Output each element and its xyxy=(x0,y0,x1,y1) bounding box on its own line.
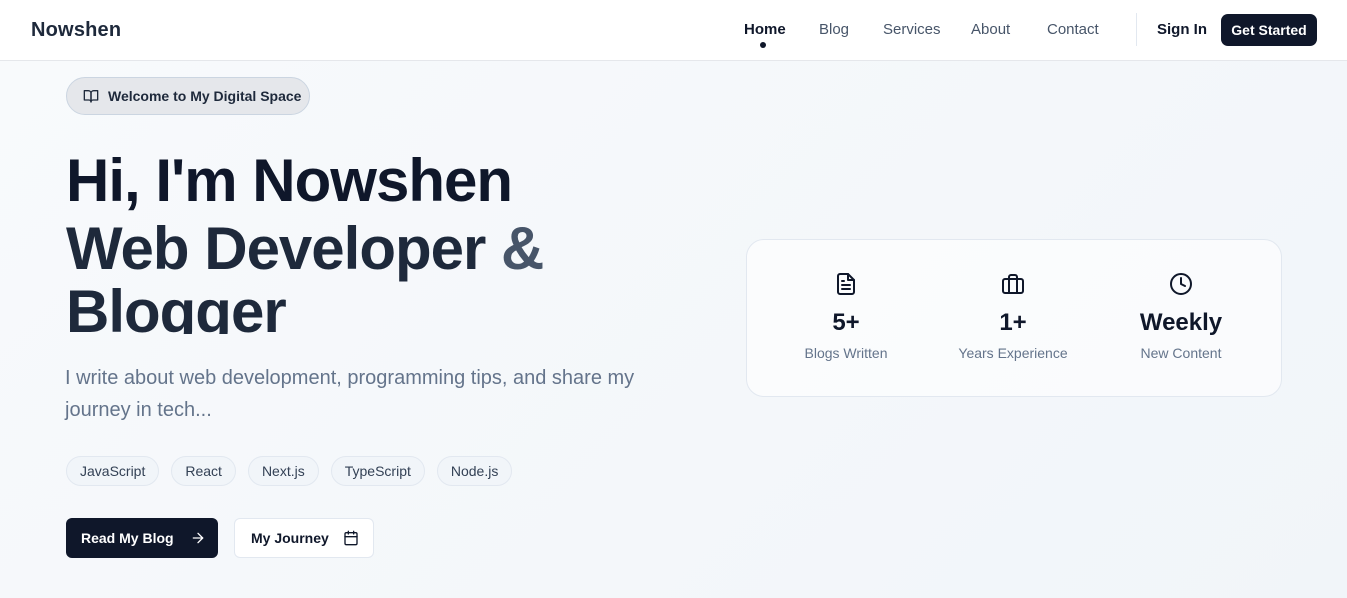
brand-logo[interactable]: Nowshen xyxy=(31,19,121,42)
tag-javascript[interactable]: JavaScript xyxy=(66,456,160,486)
nav-blog[interactable]: Blog xyxy=(819,21,849,38)
stat-experience: 1+ Years Experience xyxy=(929,272,1097,361)
hero-role-line-2: Blogger xyxy=(66,279,286,334)
stat-blogs-value: 5+ xyxy=(832,309,860,336)
read-blog-label: Read My Blog xyxy=(81,530,174,546)
tag-nodejs[interactable]: Node.js xyxy=(436,456,513,486)
nav-divider xyxy=(1136,13,1137,46)
hero-description: I write about web development, programmi… xyxy=(65,367,635,421)
active-nav-indicator xyxy=(760,42,766,48)
stat-experience-value: 1+ xyxy=(999,309,1027,336)
my-journey-label: My Journey xyxy=(251,530,329,546)
site-header: Nowshen Home Blog Services About Contact… xyxy=(0,0,1347,61)
tag-typescript[interactable]: TypeScript xyxy=(330,456,425,486)
hero-role-line: Web Developer & xyxy=(66,215,544,282)
read-blog-button[interactable]: Read My Blog xyxy=(66,518,218,558)
get-started-button[interactable]: Get Started xyxy=(1221,14,1317,46)
book-open-icon xyxy=(83,90,99,103)
arrow-right-icon xyxy=(192,532,203,544)
clock-icon xyxy=(1170,273,1192,295)
stat-content: Weekly New Content xyxy=(1097,272,1265,361)
stat-content-label: New Content xyxy=(1140,345,1222,361)
tag-react[interactable]: React xyxy=(171,456,236,486)
nav-about[interactable]: About xyxy=(971,21,1010,38)
stat-blogs-label: Blogs Written xyxy=(804,345,888,361)
stat-blogs: 5+ Blogs Written xyxy=(762,272,930,361)
tech-tags: JavaScript React Next.js TypeScript Node… xyxy=(66,456,513,486)
calendar-icon xyxy=(344,530,358,546)
nav-home[interactable]: Home xyxy=(744,21,786,38)
stat-content-value: Weekly xyxy=(1139,309,1223,336)
document-icon xyxy=(837,273,855,295)
hero-role-text: Web Developer xyxy=(66,215,486,282)
sign-in-link[interactable]: Sign In xyxy=(1157,21,1207,38)
tag-nextjs[interactable]: Next.js xyxy=(247,456,319,486)
nav-contact[interactable]: Contact xyxy=(1047,21,1099,38)
my-journey-button[interactable]: My Journey xyxy=(234,518,374,558)
hero-ampersand: & xyxy=(501,215,544,282)
stats-card: 5+ Blogs Written 1+ Years Experience Wee… xyxy=(746,239,1282,397)
stat-experience-label: Years Experience xyxy=(958,345,1068,361)
welcome-badge-label: Welcome to My Digital Space xyxy=(108,88,302,104)
welcome-badge: Welcome to My Digital Space xyxy=(66,77,310,115)
hero-greeting: Hi, I'm Nowshen xyxy=(66,147,513,214)
nav-services[interactable]: Services xyxy=(883,21,941,38)
briefcase-icon xyxy=(1002,274,1024,294)
